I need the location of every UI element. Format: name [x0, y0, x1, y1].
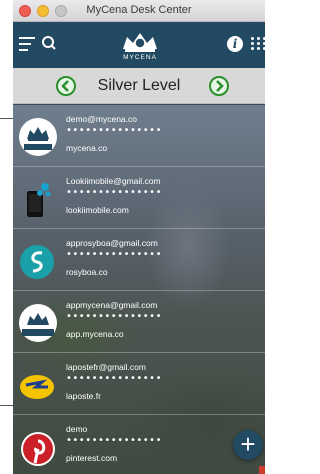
- app-header: MYCENA i: [13, 22, 265, 68]
- logo-text: MYCENA: [123, 54, 157, 61]
- account-row[interactable]: Lookiimobile@gmail.com ••••••••••••••• l…: [13, 167, 265, 229]
- laposte-icon: [18, 365, 58, 405]
- account-password: •••••••••••••••: [66, 373, 162, 384]
- lookii-mobile-icon: [18, 179, 58, 219]
- account-email: appmycena@gmail.com: [66, 300, 158, 310]
- account-row[interactable]: appmycena@gmail.com ••••••••••••••• app.…: [13, 291, 265, 353]
- account-site: laposte.fr: [66, 391, 101, 401]
- mycena-logo: MYCENA: [117, 27, 163, 65]
- hamburger-menu-icon[interactable]: [19, 37, 35, 51]
- account-email: Lookiimobile@gmail.com: [66, 176, 161, 186]
- account-email: demo@mycena.co: [66, 114, 137, 124]
- account-site: pinterest.com: [66, 453, 118, 463]
- title-bar: MyCena Desk Center: [13, 0, 265, 22]
- chevron-right-icon: [216, 80, 224, 92]
- account-email: lapostefr@gmail.com: [66, 362, 146, 372]
- search-icon[interactable]: [41, 35, 57, 53]
- next-level-button[interactable]: [209, 76, 229, 96]
- mycena-crest-icon: [123, 33, 157, 52]
- rosyboa-icon: [18, 241, 58, 281]
- account-password: •••••••••••••••: [66, 435, 162, 446]
- account-row[interactable]: lapostefr@gmail.com ••••••••••••••• lapo…: [13, 353, 265, 415]
- apps-grid-icon[interactable]: [250, 36, 265, 52]
- app-window: MyCena Desk Center MYCENA i Silver Level…: [13, 0, 265, 474]
- window-title: MyCena Desk Center: [86, 4, 192, 16]
- pinterest-icon: [18, 427, 58, 467]
- account-row[interactable]: approsyboa@gmail.com ••••••••••••••• ros…: [13, 229, 265, 291]
- account-email: approsyboa@gmail.com: [66, 238, 158, 248]
- account-site: mycena.co: [66, 143, 108, 153]
- account-row[interactable]: demo ••••••••••••••• pinterest.com: [13, 415, 265, 474]
- add-account-button[interactable]: +: [233, 430, 263, 460]
- info-icon[interactable]: i: [227, 36, 243, 52]
- level-selector: Silver Level: [13, 68, 265, 104]
- account-password: •••••••••••••••: [66, 311, 162, 322]
- account-password: •••••••••••••••: [66, 125, 162, 136]
- account-site: lookiimobile.com: [66, 205, 129, 215]
- account-site: rosyboa.co: [66, 267, 108, 277]
- account-row[interactable]: demo@mycena.co ••••••••••••••• mycena.co: [13, 105, 265, 167]
- side-connector-top: [0, 118, 13, 119]
- side-connector-bottom: [0, 405, 13, 406]
- mycena-app-icon: [18, 303, 58, 343]
- account-password: •••••••••••••••: [66, 187, 162, 198]
- account-list: demo@mycena.co ••••••••••••••• mycena.co…: [13, 105, 265, 474]
- account-site: app.mycena.co: [66, 329, 124, 339]
- account-email: demo: [66, 424, 88, 434]
- mycena-logo-icon: [18, 117, 58, 157]
- corner-marker: [259, 466, 265, 474]
- account-password: •••••••••••••••: [66, 249, 162, 260]
